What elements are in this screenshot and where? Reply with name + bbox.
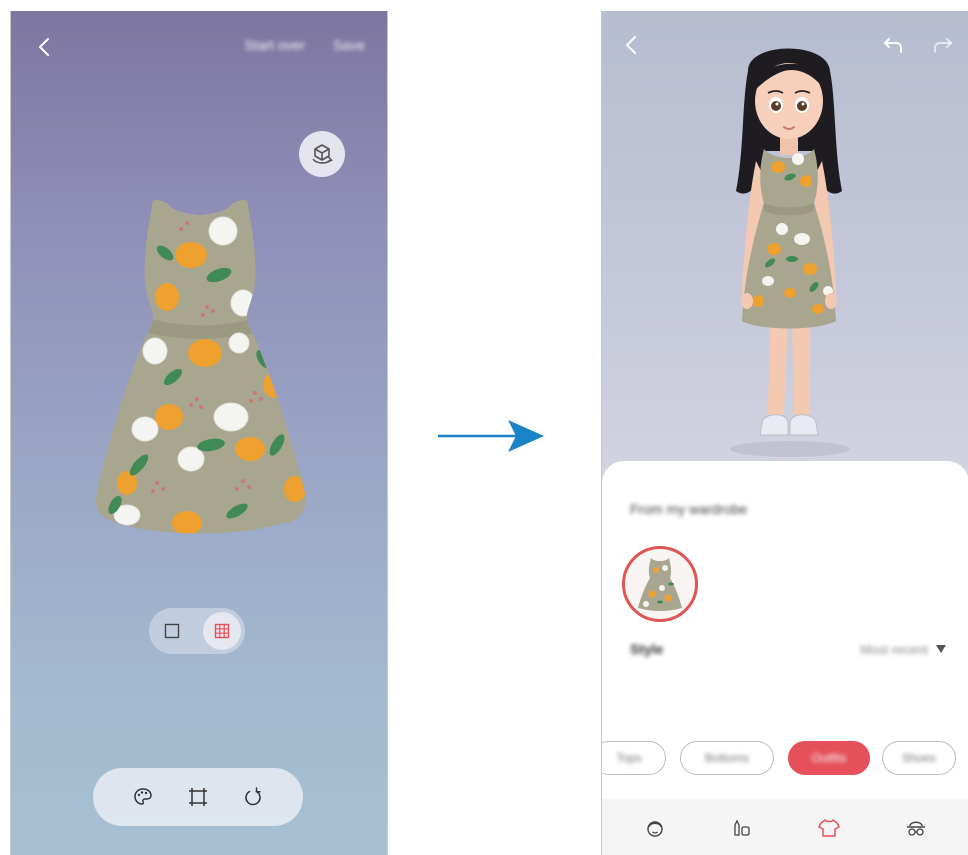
bottom-nav (602, 799, 968, 855)
single-view-button[interactable] (153, 612, 191, 650)
rotate-icon (245, 787, 262, 806)
chip-label: Bottoms (704, 751, 749, 765)
nav-face[interactable] (637, 810, 673, 846)
style-dropdown[interactable]: Most recent (860, 642, 946, 657)
chip-bottoms[interactable]: Bottoms (680, 741, 774, 775)
redo-icon (934, 38, 952, 53)
caret-down-icon (936, 645, 946, 653)
dress-preview (96, 200, 306, 534)
accessory-icon (906, 821, 925, 836)
chip-label: Shoes (901, 751, 937, 765)
style-value: Most recent (860, 641, 928, 657)
rotate-3d-button[interactable] (299, 131, 345, 177)
start-over-button[interactable]: Start over (244, 37, 305, 53)
panel-title: From my wardrobe (630, 501, 748, 517)
reset-button[interactable] (237, 781, 269, 813)
square-icon (164, 623, 180, 639)
grid-view-button[interactable] (203, 612, 241, 650)
chip-label: Tops (616, 751, 642, 765)
nav-accessories[interactable] (898, 810, 934, 846)
wardrobe-item-dress[interactable] (622, 546, 698, 622)
nav-makeup[interactable] (724, 810, 760, 846)
view-mode-toggle (149, 608, 245, 654)
style-label: Style (630, 641, 664, 657)
category-chips: Tops Bottoms Outfits Shoes (602, 741, 968, 779)
transition-arrow (438, 420, 544, 452)
avatar-studio-screen: From my wardrobe Style Most recent Tops (601, 11, 968, 855)
dress-thumbnail (638, 558, 682, 611)
undo-icon (884, 38, 902, 53)
crop-icon (188, 788, 207, 806)
fabric-editor-screen: Start over Save (10, 11, 388, 855)
face-icon (647, 820, 664, 837)
save-button[interactable]: Save (333, 37, 365, 53)
avatar-figure (730, 48, 850, 457)
nav-clothing[interactable] (811, 810, 847, 846)
clothing-icon (818, 818, 840, 837)
chip-shoes[interactable]: Shoes (882, 741, 956, 775)
rotate-3d-icon (312, 144, 333, 164)
chip-outfits[interactable]: Outfits (788, 741, 870, 775)
chevron-left-icon (39, 38, 49, 56)
palette-button[interactable] (127, 781, 159, 813)
wardrobe-panel: From my wardrobe Style Most recent Tops (602, 461, 968, 799)
grid-icon (214, 623, 230, 639)
makeup-icon (734, 819, 750, 836)
edit-toolbar (93, 768, 303, 826)
chip-tops[interactable]: Tops (602, 741, 666, 775)
palette-icon (133, 788, 152, 805)
chevron-left-icon (626, 36, 636, 54)
back-button[interactable] (620, 33, 644, 57)
chip-label: Outfits (811, 751, 847, 765)
back-button[interactable] (33, 35, 57, 59)
crop-button[interactable] (182, 781, 214, 813)
undo-button[interactable] (880, 31, 908, 59)
redo-button[interactable] (928, 31, 956, 59)
